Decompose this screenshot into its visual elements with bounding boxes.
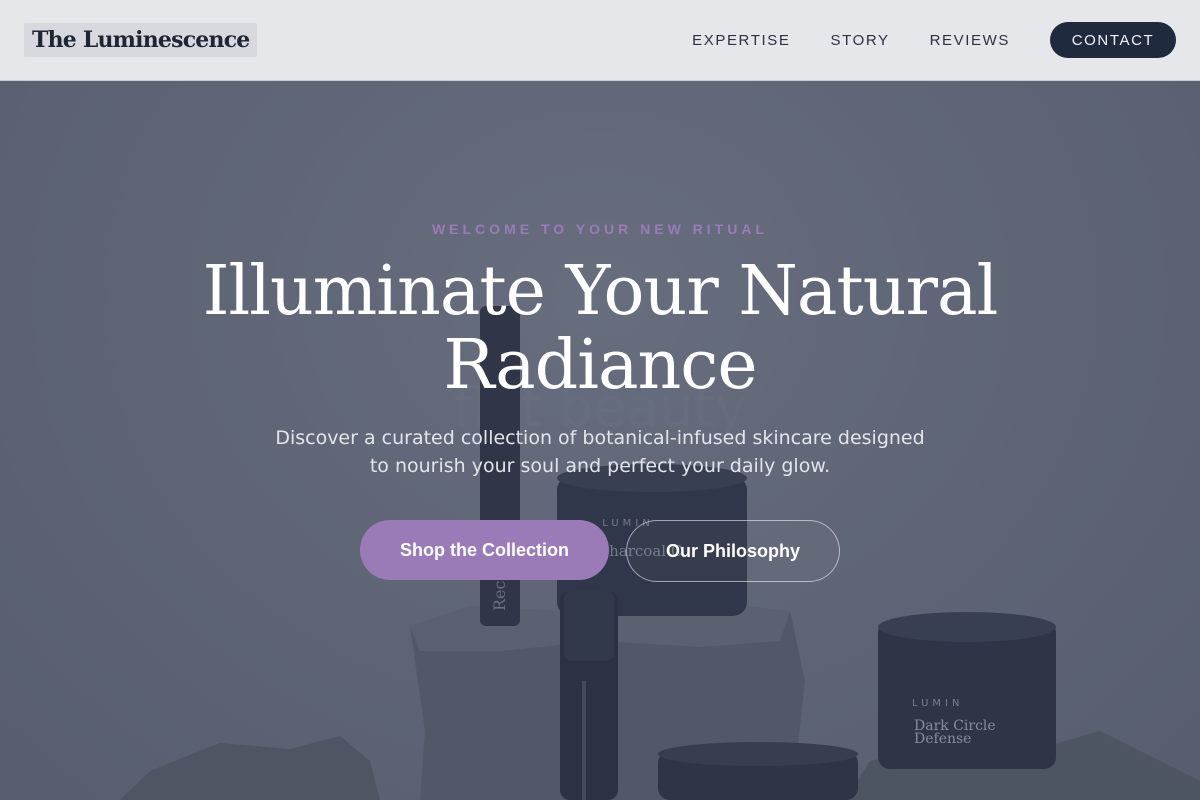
site-header: The Luminescence EXPERTISE STORY REVIEWS… bbox=[0, 0, 1200, 81]
hero-content: WELCOME TO YOUR NEW RITUAL Illuminate Yo… bbox=[0, 81, 1200, 800]
brand-logo[interactable]: The Luminescence bbox=[24, 23, 258, 57]
hero-subtext: Discover a curated collection of botanic… bbox=[260, 424, 940, 480]
contact-button[interactable]: CONTACT bbox=[1050, 22, 1176, 58]
subtext-line-1: Discover a curated collection of botanic… bbox=[275, 427, 925, 449]
shop-collection-button[interactable]: Shop the Collection bbox=[360, 520, 609, 580]
subtext-line-2: to nourish your soul and perfect your da… bbox=[369, 455, 831, 477]
hero-headline: Illuminate Your Natural Radiance bbox=[150, 255, 1050, 403]
nav-link-reviews[interactable]: REVIEWS bbox=[930, 32, 1010, 49]
hero-section: flat beauty Rec LUMIN Charcoal C LUMIN D… bbox=[0, 81, 1200, 800]
hero-eyebrow: WELCOME TO YOUR NEW RITUAL bbox=[431, 221, 769, 237]
main-nav: EXPERTISE STORY REVIEWS CONTACT bbox=[692, 22, 1176, 58]
nav-link-story[interactable]: STORY bbox=[830, 32, 889, 49]
headline-line-1: Illuminate Your Natural bbox=[202, 252, 999, 331]
nav-link-expertise[interactable]: EXPERTISE bbox=[692, 32, 790, 49]
our-philosophy-button[interactable]: Our Philosophy bbox=[626, 520, 840, 582]
headline-line-2: Radiance bbox=[443, 326, 757, 405]
